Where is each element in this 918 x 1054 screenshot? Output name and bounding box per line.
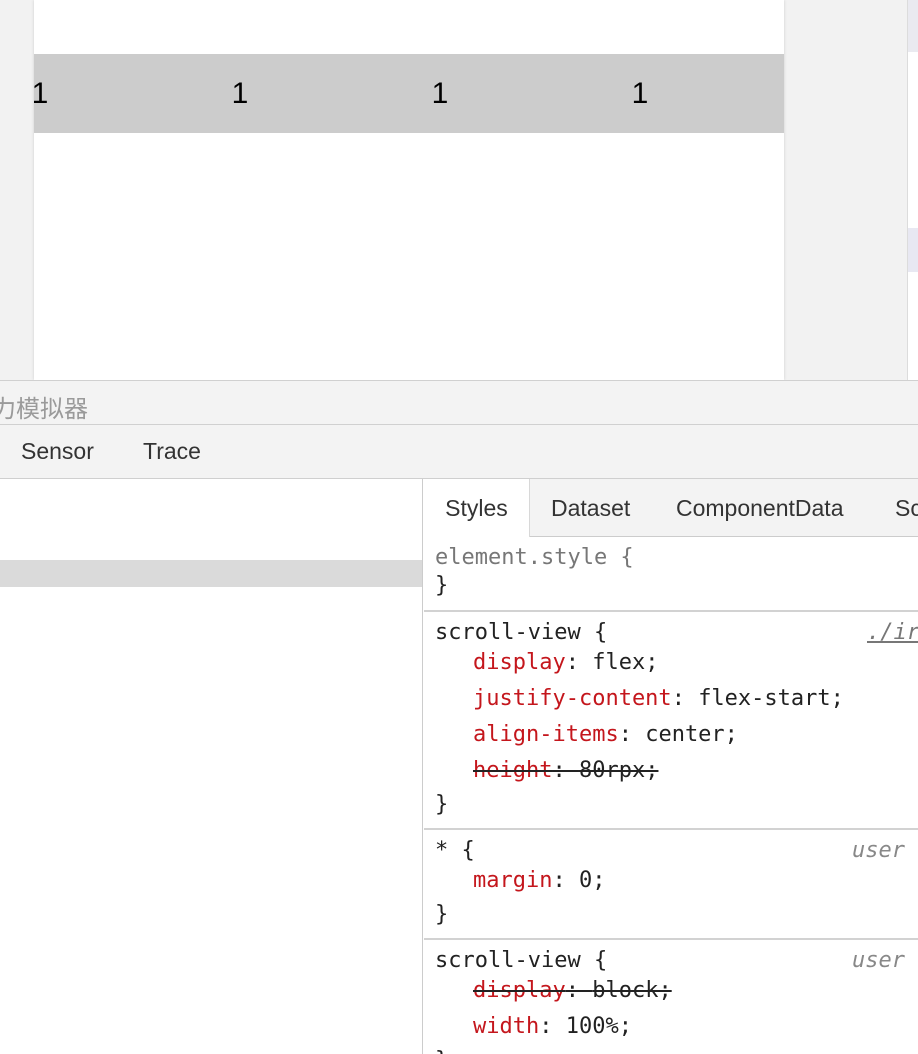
declaration[interactable]: justify-content: flex-start; — [473, 686, 844, 711]
strip-highlight — [908, 228, 918, 272]
simulator-area: 1 1 1 1 — [0, 0, 918, 380]
rule-origin: user — [852, 948, 905, 973]
property-value[interactable]: block; — [592, 978, 671, 1003]
property-name[interactable]: align-items — [473, 722, 619, 747]
tab-dataset[interactable]: Dataset — [551, 479, 630, 537]
property-name[interactable]: margin — [473, 868, 552, 893]
rule-close-brace: } — [435, 902, 449, 927]
source-link[interactable]: ./ir — [867, 620, 918, 645]
declaration[interactable]: width: 100%; — [473, 1014, 632, 1039]
declaration-overridden[interactable]: display: block; — [473, 978, 672, 1003]
scroll-view[interactable]: 1 1 1 1 — [34, 54, 784, 133]
rule-scroll-view: scroll-view { ./ir display: flex; justif… — [424, 612, 918, 830]
property-name[interactable]: display — [473, 650, 566, 675]
property-value[interactable]: 100%; — [566, 1014, 632, 1039]
element-tree-pane[interactable] — [0, 479, 423, 1054]
rule-selector[interactable]: scroll-view { — [435, 948, 607, 973]
rule-selector[interactable]: element.style { — [435, 545, 634, 570]
rule-origin: user — [852, 838, 905, 863]
scroll-item: 1 — [34, 77, 49, 110]
property-name[interactable]: height — [473, 758, 552, 783]
app-window: 1 1 1 1 力模拟器 Sensor Trace Styles Dataset… — [0, 0, 918, 1054]
property-value[interactable]: flex-start; — [698, 686, 844, 711]
devtools-title-bar: 力模拟器 — [0, 380, 918, 425]
rule-universal: * { user margin: 0; } — [424, 830, 918, 940]
declaration-overridden[interactable]: height: 80rpx; — [473, 758, 658, 783]
rule-element-style: element.style { } — [424, 537, 918, 612]
selected-node-row[interactable] — [0, 560, 422, 587]
rule-selector[interactable]: * { — [435, 838, 475, 863]
devtools-title: 力模拟器 — [0, 395, 88, 423]
property-name[interactable]: display — [473, 978, 566, 1003]
editor-strip — [907, 0, 918, 380]
devtools-panel-tabs: Sensor Trace — [0, 425, 918, 479]
rule-selector[interactable]: scroll-view { — [435, 620, 607, 645]
property-name[interactable]: width — [473, 1014, 539, 1039]
tab-styles[interactable]: Styles — [424, 479, 530, 537]
inspector-sub-tabs: Styles Dataset ComponentData Sc — [424, 479, 918, 537]
strip-highlight — [908, 0, 918, 52]
rule-close-brace: } — [435, 1048, 448, 1054]
tab-sensor[interactable]: Sensor — [21, 438, 94, 465]
scroll-item: 1 — [431, 77, 449, 110]
tab-componentdata[interactable]: ComponentData — [676, 479, 844, 537]
rule-scroll-view-user: scroll-view { user display: block; width… — [424, 940, 918, 1054]
scroll-item: 1 — [631, 77, 649, 110]
rule-close-brace: } — [435, 792, 449, 817]
declaration[interactable]: margin: 0; — [473, 868, 605, 893]
simulator-screen[interactable]: 1 1 1 1 — [34, 0, 784, 380]
property-value[interactable]: 80rpx; — [579, 758, 658, 783]
property-value[interactable]: 0; — [579, 868, 606, 893]
declaration[interactable]: display: flex; — [473, 650, 658, 675]
declaration[interactable]: align-items: center; — [473, 722, 738, 747]
rule-close-brace: } — [435, 573, 449, 598]
property-value[interactable]: flex; — [592, 650, 658, 675]
property-value[interactable]: center; — [645, 722, 738, 747]
tab-scope[interactable]: Sc — [895, 479, 918, 537]
styles-pane: Styles Dataset ComponentData Sc element.… — [424, 479, 918, 1054]
tab-trace[interactable]: Trace — [143, 438, 201, 465]
property-name[interactable]: justify-content — [473, 686, 672, 711]
scroll-item: 1 — [231, 77, 249, 110]
